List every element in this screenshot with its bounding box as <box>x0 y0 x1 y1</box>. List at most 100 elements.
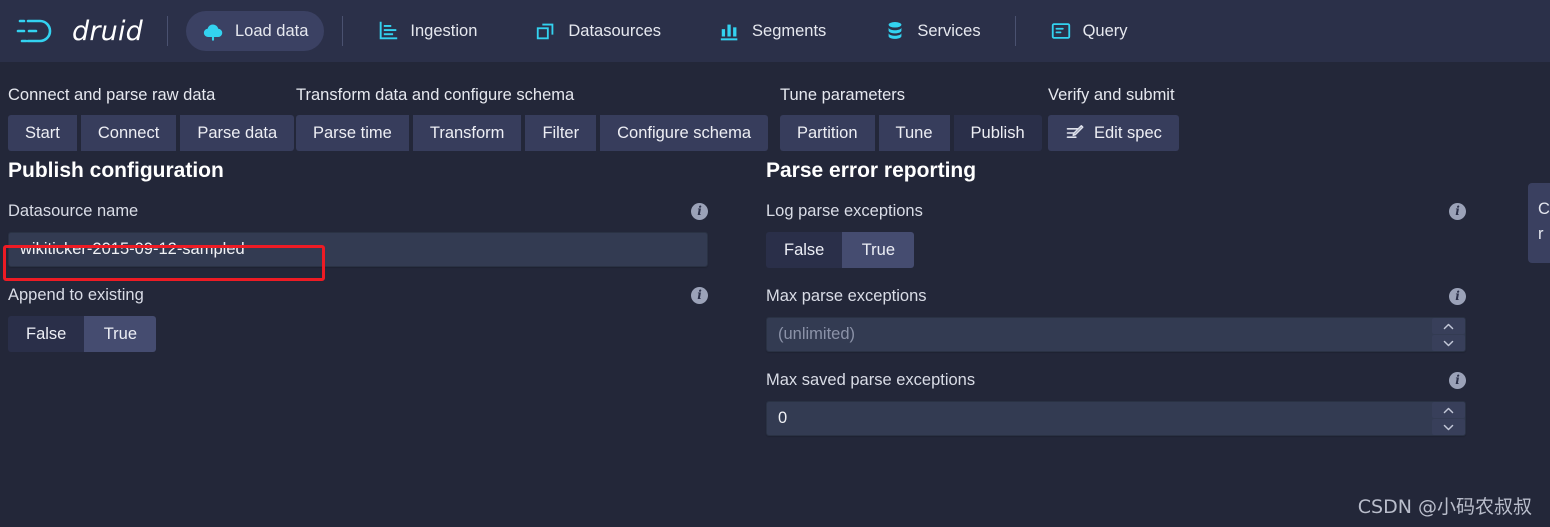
field-label-row: Log parse exceptions i <box>766 199 1466 223</box>
help-info-card: C r <box>1528 183 1550 263</box>
nav-item-label: Services <box>917 21 981 40</box>
step-button-filter[interactable]: Filter <box>525 115 597 151</box>
nav-item-datasources[interactable]: Datasources <box>519 11 677 51</box>
step-button-start[interactable]: Start <box>8 115 77 151</box>
nav-item-segments[interactable]: Segments <box>703 11 842 51</box>
field-log-parse-exceptions: Log parse exceptions i False True <box>766 199 1466 268</box>
info-icon[interactable]: i <box>691 286 708 304</box>
step-group-title: Transform data and configure schema <box>296 86 575 104</box>
chevron-up-icon <box>1443 323 1454 329</box>
services-icon <box>888 22 902 39</box>
help-card-line-2: r <box>1538 225 1544 243</box>
toggle-option-true[interactable]: True <box>84 316 157 352</box>
step-button-row: Edit spec <box>1048 115 1179 151</box>
watermark: CSDN @小码农叔叔 <box>1357 496 1532 518</box>
brand-name: druid <box>72 15 143 47</box>
step-group-title: Connect and parse raw data <box>8 86 216 104</box>
nav-item-load-data[interactable]: Load data <box>186 11 325 51</box>
step-group-transform: Transform data and configure schema Pars… <box>296 86 769 151</box>
nav-item-query[interactable]: Query <box>1034 11 1144 51</box>
cloud-upload-icon <box>203 24 223 41</box>
max-saved-parse-exceptions-input[interactable] <box>766 401 1466 436</box>
stepper-buttons <box>1432 318 1465 351</box>
field-label: Append to existing <box>8 285 144 304</box>
druid-logo-icon <box>16 19 52 43</box>
step-button-parse-data[interactable]: Parse data <box>180 115 295 151</box>
nav-item-label: Query <box>1082 21 1128 40</box>
step-button-label: Edit spec <box>1094 123 1162 142</box>
main-content: Publish configuration Datasource name i … <box>0 159 1550 527</box>
help-card-line-1: C <box>1538 200 1550 218</box>
info-icon[interactable]: i <box>1449 202 1466 220</box>
toggle-option-false[interactable]: False <box>766 232 843 268</box>
step-button-row: Parse time Transform Filter Configure sc… <box>296 115 769 151</box>
field-max-saved-parse-exceptions: Max saved parse exceptions i <box>766 368 1466 436</box>
nav-divider-2 <box>342 16 344 46</box>
chevron-up-icon <box>1443 407 1454 413</box>
field-label: Max parse exceptions <box>766 286 927 305</box>
nav-item-ingestion[interactable]: Ingestion <box>361 11 493 51</box>
datasource-name-input[interactable] <box>8 232 708 267</box>
step-button-parse-time[interactable]: Parse time <box>296 115 409 151</box>
field-label: Max saved parse exceptions <box>766 370 976 389</box>
nav-item-services[interactable]: Services <box>868 11 996 51</box>
info-icon[interactable]: i <box>1449 371 1466 389</box>
stepper-increment-button[interactable] <box>1432 318 1465 334</box>
step-button-transform[interactable]: Transform <box>412 115 522 151</box>
nav-divider-1 <box>167 16 168 46</box>
step-group-title: Verify and submit <box>1048 86 1175 104</box>
panel-title: Parse error reporting <box>766 159 977 182</box>
step-button-configure-schema[interactable]: Configure schema <box>600 115 769 151</box>
parse-error-reporting-panel: Parse error reporting Log parse exceptio… <box>766 159 1466 452</box>
step-button-tune[interactable]: Tune <box>878 115 950 151</box>
ingestion-icon <box>380 21 398 40</box>
segments-icon <box>720 24 738 41</box>
append-to-existing-toggle: False True <box>8 316 708 352</box>
field-datasource-name: Datasource name i <box>8 199 708 267</box>
stepper-increment-button[interactable] <box>1432 402 1465 418</box>
stepper-decrement-button[interactable] <box>1432 419 1465 435</box>
brand-logo-group[interactable]: druid <box>16 15 149 47</box>
publish-configuration-panel: Publish configuration Datasource name i … <box>8 159 708 368</box>
field-max-parse-exceptions: Max parse exceptions i <box>766 284 1466 352</box>
field-label-row: Datasource name i <box>8 199 708 223</box>
field-label: Log parse exceptions <box>766 201 923 220</box>
max-parse-exceptions-input[interactable] <box>766 317 1466 352</box>
step-button-edit-spec[interactable]: Edit spec <box>1048 115 1179 151</box>
field-label-row: Max saved parse exceptions i <box>766 368 1466 392</box>
step-group-connect: Connect and parse raw data Start Connect… <box>8 86 295 151</box>
log-parse-exceptions-toggle: False True <box>766 232 1466 268</box>
toggle-option-false[interactable]: False <box>8 316 85 352</box>
nav-divider-3 <box>1014 16 1016 46</box>
step-group-title: Tune parameters <box>780 86 906 104</box>
step-button-partition[interactable]: Partition <box>780 115 875 151</box>
field-label: Datasource name <box>8 201 139 220</box>
field-label-row: Append to existing i <box>8 283 708 307</box>
step-group-verify: Verify and submit Edit spec <box>1048 86 1179 151</box>
wizard-step-bar: Connect and parse raw data Start Connect… <box>0 62 1550 159</box>
stepper-buttons <box>1432 402 1465 435</box>
nav-item-label: Ingestion <box>410 21 478 40</box>
chevron-down-icon <box>1443 424 1454 430</box>
panel-title: Publish configuration <box>8 159 224 182</box>
query-icon <box>1051 23 1070 39</box>
step-button-publish[interactable]: Publish <box>953 115 1042 151</box>
max-saved-parse-exceptions-stepper <box>766 401 1466 436</box>
info-icon[interactable]: i <box>691 202 708 220</box>
nav-item-label: Segments <box>752 21 827 40</box>
field-label-row: Max parse exceptions i <box>766 284 1466 308</box>
step-group-tune: Tune parameters Partition Tune Publish <box>780 86 1042 151</box>
stepper-decrement-button[interactable] <box>1432 335 1465 351</box>
step-button-row: Start Connect Parse data <box>8 115 295 151</box>
nav-item-label: Datasources <box>568 21 662 40</box>
step-button-connect[interactable]: Connect <box>80 115 177 151</box>
max-parse-exceptions-stepper <box>766 317 1466 352</box>
top-navbar: druid Load data Ingestion Datasources Se… <box>0 0 1550 62</box>
datasources-icon <box>537 23 554 40</box>
nav-item-label: Load data <box>235 21 309 40</box>
step-button-row: Partition Tune Publish <box>780 115 1042 151</box>
field-append-to-existing: Append to existing i False True <box>8 283 708 352</box>
toggle-option-true[interactable]: True <box>842 232 915 268</box>
edit-spec-icon <box>1066 125 1084 138</box>
info-icon[interactable]: i <box>1449 287 1466 305</box>
